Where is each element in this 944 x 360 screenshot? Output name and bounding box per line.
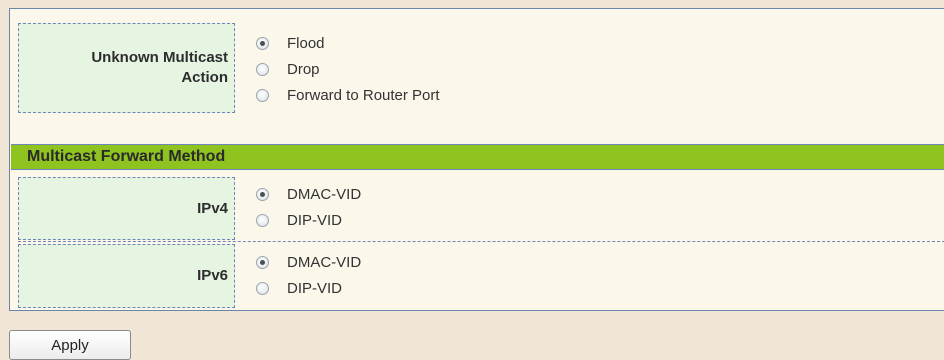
unknown-multicast-action-label: Unknown Multicast Action <box>18 23 235 113</box>
option-flood[interactable]: Flood <box>256 30 440 56</box>
unknown-multicast-label-line2: Action <box>181 69 228 86</box>
ipv6-dip-vid-radio[interactable] <box>256 281 269 295</box>
ipv4-options: DMAC-VID DIP-VID <box>256 181 361 233</box>
ipv4-dip-vid-radio[interactable] <box>256 213 269 227</box>
ipv6-options: DMAC-VID DIP-VID <box>256 249 361 301</box>
forward-to-router-port-radio[interactable] <box>256 88 269 102</box>
ipv6-dmac-vid-label: DMAC-VID <box>287 253 362 271</box>
ipv4-label: IPv4 <box>18 177 235 240</box>
drop-radio[interactable] <box>256 62 269 76</box>
apply-button[interactable]: Apply <box>9 330 131 360</box>
forward-to-router-port-label: Forward to Router Port <box>287 86 440 104</box>
option-drop[interactable]: Drop <box>256 56 440 82</box>
drop-label: Drop <box>287 60 320 78</box>
row-divider <box>18 241 944 242</box>
ipv4-dmac-vid-label: DMAC-VID <box>287 185 362 203</box>
ipv6-option-dmac-vid[interactable]: DMAC-VID <box>256 249 361 275</box>
unknown-multicast-options: Flood Drop Forward to Router Port <box>256 30 440 108</box>
ipv6-dmac-vid-radio[interactable] <box>256 255 269 269</box>
ipv6-label: IPv6 <box>18 244 235 308</box>
ipv4-dip-vid-label: DIP-VID <box>287 211 343 229</box>
ipv4-option-dmac-vid[interactable]: DMAC-VID <box>256 181 361 207</box>
multicast-forward-method-header: Multicast Forward Method <box>11 144 944 170</box>
flood-radio[interactable] <box>256 36 269 50</box>
ipv4-dmac-vid-radio[interactable] <box>256 187 269 201</box>
ipv4-option-dip-vid[interactable]: DIP-VID <box>256 207 361 233</box>
flood-label: Flood <box>287 34 325 52</box>
option-forward-to-router-port[interactable]: Forward to Router Port <box>256 82 440 108</box>
settings-panel: Unknown Multicast Action Flood Drop Forw… <box>9 8 944 311</box>
ipv6-option-dip-vid[interactable]: DIP-VID <box>256 275 361 301</box>
ipv6-dip-vid-label: DIP-VID <box>287 279 343 297</box>
unknown-multicast-label-line1: Unknown Multicast <box>91 49 228 66</box>
